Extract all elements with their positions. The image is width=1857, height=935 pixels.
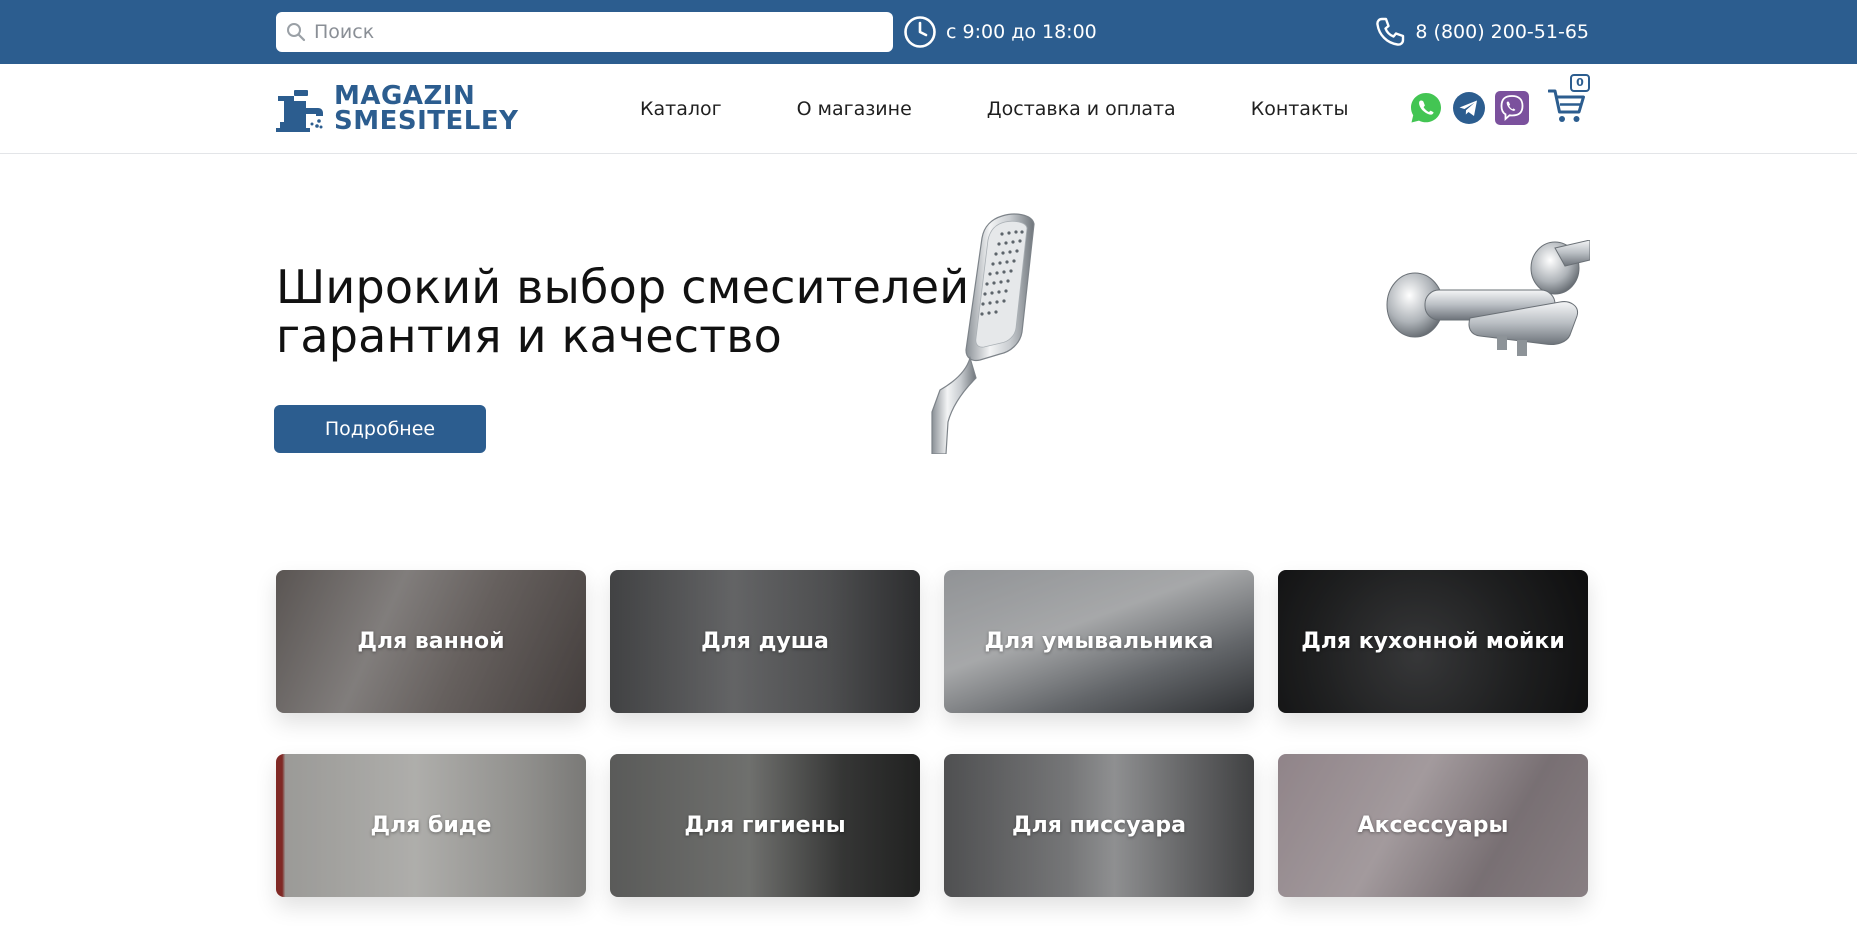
phone-link[interactable]: 8 (800) 200-51-65 xyxy=(1373,14,1589,50)
search-input[interactable] xyxy=(314,12,884,52)
category-label: Аксессуары xyxy=(1357,813,1509,838)
logo-text: MAGAZIN SMESITELEY xyxy=(334,83,519,136)
category-label: Для гигиены xyxy=(684,813,846,838)
nav-delivery[interactable]: Доставка и оплата xyxy=(987,98,1176,120)
clock-icon xyxy=(904,16,936,48)
shower-head-image xyxy=(931,213,1035,454)
cart-button[interactable]: 0 xyxy=(1548,74,1590,126)
nav-catalog[interactable]: Каталог xyxy=(640,98,722,120)
top-bar: с 9:00 до 18:00 8 (800) 200-51-65 xyxy=(0,0,1857,64)
phone-icon xyxy=(1376,17,1405,46)
category-label: Для биде xyxy=(370,813,492,838)
hero-title-line-1: Широкий выбор смесителей xyxy=(276,260,970,314)
category-card-shower[interactable]: Для душа xyxy=(610,570,920,713)
main-nav: Каталог О магазине Доставка и оплата Кон… xyxy=(640,64,1349,154)
category-label: Для кухонной мойки xyxy=(1301,629,1565,654)
hero-title: Широкий выбор смесителей гарантия и каче… xyxy=(276,263,969,361)
cart-icon xyxy=(1548,89,1585,122)
hours-text: с 9:00 до 18:00 xyxy=(946,21,1097,43)
category-card-accessories[interactable]: Аксессуары xyxy=(1278,754,1588,897)
category-card-urinal[interactable]: Для писсуара xyxy=(944,754,1254,897)
search-box[interactable] xyxy=(276,12,893,52)
whatsapp-icon[interactable] xyxy=(1408,90,1444,126)
nav-about[interactable]: О магазине xyxy=(797,98,912,120)
category-label: Для умывальника xyxy=(984,629,1214,654)
viber-icon[interactable] xyxy=(1494,90,1530,126)
category-card-kitchen[interactable]: Для кухонной мойки xyxy=(1278,570,1588,713)
faucet-logo-icon xyxy=(276,90,323,132)
cart-count-badge: 0 xyxy=(1570,74,1590,92)
main-header: MAGAZIN SMESITELEY Каталог О магазине До… xyxy=(0,64,1857,154)
social-links xyxy=(1408,90,1537,126)
telegram-icon[interactable] xyxy=(1451,90,1487,126)
hero-more-button[interactable]: Подробнее xyxy=(274,405,486,453)
category-card-washbasin[interactable]: Для умывальника xyxy=(944,570,1254,713)
search-icon xyxy=(287,23,306,42)
category-card-hygiene[interactable]: Для гигиены xyxy=(610,754,920,897)
category-label: Для душа xyxy=(701,629,829,654)
site-logo[interactable]: MAGAZIN SMESITELEY xyxy=(276,82,536,136)
phone-number[interactable]: 8 (800) 200-51-65 xyxy=(1415,21,1589,43)
category-label: Для ванной xyxy=(357,629,505,654)
category-label: Для писсуара xyxy=(1012,813,1186,838)
category-card-bidet[interactable]: Для биде xyxy=(276,754,586,897)
working-hours: с 9:00 до 18:00 xyxy=(903,14,1097,50)
wall-mixer-image xyxy=(1386,240,1590,356)
nav-contacts[interactable]: Контакты xyxy=(1251,98,1349,120)
category-card-bath[interactable]: Для ванной xyxy=(276,570,586,713)
hero-title-line-2: гарантия и качество xyxy=(276,309,782,363)
logo-line-2: SMESITELEY xyxy=(334,106,519,136)
